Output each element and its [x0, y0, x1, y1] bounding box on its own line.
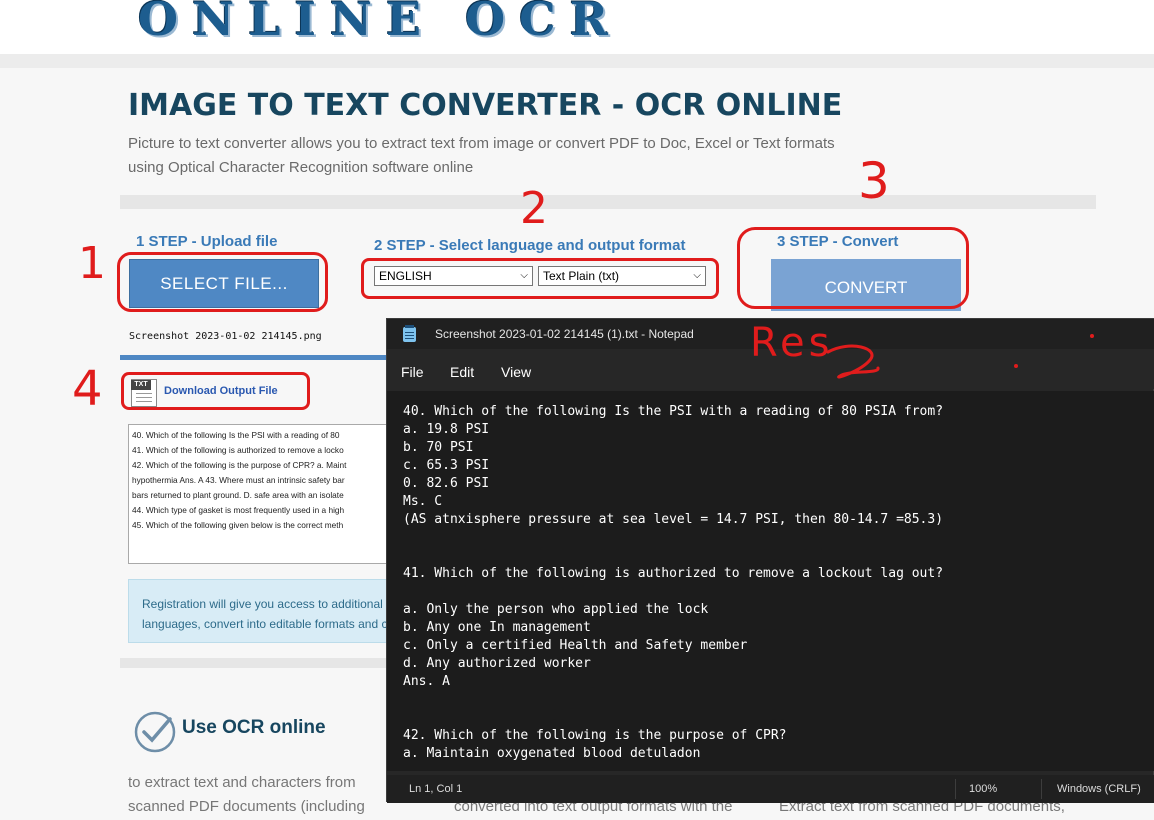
text-line: [403, 709, 1154, 727]
step2-title: 2 STEP - Select language and output form…: [374, 237, 686, 254]
text-line: a. Maintain oxygenated blood detuladon: [403, 746, 701, 761]
notepad-window[interactable]: Screenshot 2023-01-02 214145 (1).txt - N…: [386, 318, 1154, 803]
text-line: [403, 691, 1154, 709]
ocr-preview-line: bars returned to plant ground. D. safe a…: [132, 490, 344, 500]
annotation-box-step2: [361, 258, 719, 299]
ocr-result-textarea[interactable]: 40. Which of the following Is the PSI wi…: [128, 424, 398, 564]
menu-view[interactable]: View: [501, 364, 531, 380]
annotation-box-step3: [737, 227, 969, 309]
header-divider: [0, 54, 1154, 68]
text-line: 40. Which of the following Is the PSI wi…: [403, 404, 944, 419]
text-line: Ms. C: [403, 494, 443, 509]
ocr-preview-line: 42. Which of the following is the purpos…: [132, 460, 347, 470]
ocr-preview-line: 40. Which of the following Is the PSI wi…: [132, 430, 340, 440]
annotation-number-4: 4: [72, 361, 103, 417]
section-divider-2: [120, 658, 390, 668]
annotation-number-3: 3: [858, 152, 890, 210]
ocr-preview-line: 41. Which of the following is authorized…: [132, 445, 344, 455]
section-divider: [120, 195, 1096, 209]
subtitle-line-2: using Optical Character Recognition soft…: [128, 159, 474, 176]
site-header: ONLINE OCR: [0, 0, 1154, 54]
annotation-box-step1: [117, 252, 328, 312]
notepad-icon: [403, 325, 416, 342]
body-text-line: to extract text and characters from: [128, 774, 356, 791]
page-subtitle: Picture to text converter allows you to …: [128, 132, 908, 180]
text-line: (AS atnxisphere pressure at sea level = …: [403, 512, 944, 527]
registration-line-1: Registration will give you access to add…: [142, 597, 383, 611]
site-logo[interactable]: ONLINE OCR: [138, 0, 622, 46]
use-ocr-heading: Use OCR online: [182, 717, 326, 738]
text-line: [403, 529, 1154, 547]
text-line: c. 65.3 PSI: [403, 458, 490, 473]
status-cursor-position: Ln 1, Col 1: [409, 783, 463, 795]
status-line-ending: Windows (CRLF): [1057, 783, 1141, 795]
menu-edit[interactable]: Edit: [450, 364, 474, 380]
menu-file[interactable]: File: [401, 364, 424, 380]
ocr-preview-line: 45. Which of the following given below i…: [132, 520, 344, 530]
text-line: 41. Which of the following is authorized…: [403, 566, 944, 581]
check-circle-icon: [134, 711, 176, 753]
text-line: 0. 82.6 PSI: [403, 476, 490, 491]
text-line: c. Only a certified Health and Safety me…: [403, 638, 748, 653]
text-line: [403, 583, 1154, 601]
step1-title: 1 STEP - Upload file: [136, 233, 278, 250]
annotation-number-1: 1: [78, 238, 106, 289]
page-title: IMAGE TO TEXT CONVERTER - OCR ONLINE: [128, 88, 843, 123]
body-text-line: scanned PDF documents (including: [128, 798, 365, 815]
text-line: d. Any authorized worker: [403, 656, 591, 671]
upload-progress-bar: [120, 355, 410, 360]
text-line: [403, 547, 1154, 565]
notepad-statusbar: Ln 1, Col 1 100% Windows (CRLF): [387, 775, 1154, 803]
annotation-box-step4: [121, 372, 310, 410]
notepad-text-area[interactable]: 40. Which of the following Is the PSI wi…: [387, 391, 1154, 771]
status-zoom: 100%: [969, 783, 998, 795]
text-line: a. 19.8 PSI: [403, 422, 490, 437]
ocr-preview-line: hypothermia Ans. A 43. Where must an int…: [132, 475, 345, 485]
registration-line-2: languages, convert into editable formats…: [142, 617, 388, 631]
annotation-dot: [1090, 334, 1094, 338]
text-line: b. 70 PSI: [403, 440, 474, 455]
annotation-number-2: 2: [520, 183, 548, 234]
annotation-dot: [1014, 364, 1018, 368]
annotation-scribble: [826, 344, 880, 379]
text-line: 42. Which of the following is the purpos…: [403, 728, 787, 743]
registration-notice: Registration will give you access to add…: [128, 579, 398, 643]
uploaded-filename: Screenshot 2023-01-02 214145.png: [129, 331, 322, 342]
ocr-preview-line: 44. Which type of gasket is most frequen…: [132, 505, 345, 515]
subtitle-line-1: Picture to text converter allows you to …: [128, 135, 835, 152]
text-line: Ans. A: [403, 674, 450, 689]
body-text-column-1: to extract text and characters from scan…: [128, 771, 365, 819]
text-line: b. Any one In management: [403, 620, 591, 635]
text-line: a. Only the person who applied the lock: [403, 602, 709, 617]
notepad-title: Screenshot 2023-01-02 214145 (1).txt - N…: [435, 327, 694, 341]
